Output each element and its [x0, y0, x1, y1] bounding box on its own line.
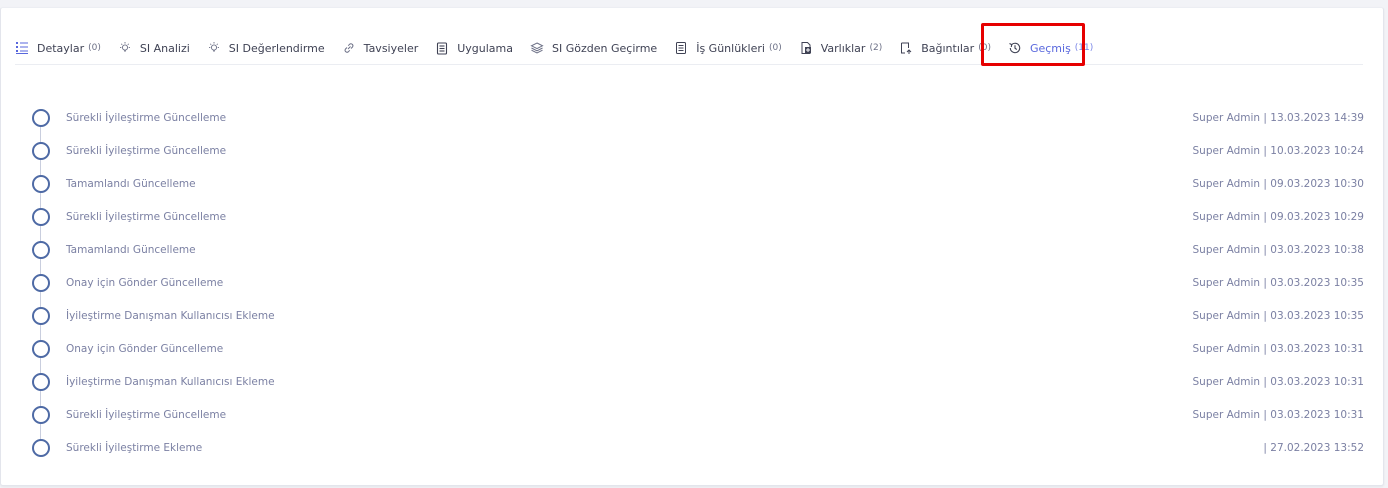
tab-link[interactable]: Tavsiyeler	[342, 34, 419, 62]
tab-label: SI Analizi	[139, 41, 190, 55]
history-item: İyileştirme Danışman Kullanıcısı Ekleme S…	[31, 299, 1364, 332]
tab-notebook[interactable]: İş Günlükleri (0)	[674, 34, 782, 62]
tab-history[interactable]: Geçmiş (11)	[1008, 34, 1093, 62]
tab-label: Bağıntılar	[921, 41, 975, 55]
history-item: Tamamlandı Güncelleme Super Admin | 03.03…	[31, 233, 1364, 266]
history-meta: Super Admin | 03.03.2023 10:35	[1192, 276, 1365, 289]
tab-label: Varlıklar	[820, 41, 866, 55]
history-meta: Super Admin | 03.03.2023 10:31	[1192, 375, 1365, 388]
history-action: Sürekli İyileştirme Güncelleme	[66, 144, 227, 157]
history-action: İyileştirme Danışman Kullanıcısı Ekleme	[66, 309, 275, 322]
history-action: Sürekli İyileştirme Güncelleme	[66, 408, 227, 421]
history-item: Sürekli İyileştirme Güncelleme Super Admi…	[31, 101, 1364, 134]
tab-bar: Detaylar (0) SI Analizi SI Değerlendirme Tav…	[15, 32, 1363, 65]
timeline-dot	[32, 405, 50, 424]
history-icon	[1008, 41, 1022, 55]
timeline-dot	[32, 174, 50, 193]
history-panel: Detaylar (0) SI Analizi SI Değerlendirme Tav…	[0, 7, 1384, 486]
tab-list[interactable]: Detaylar (0)	[15, 34, 101, 62]
history-timeline: Sürekli İyileştirme Güncelleme Super Admi…	[31, 101, 1364, 464]
history-action: Tamamlandı Güncelleme	[66, 243, 196, 256]
tab-document-add[interactable]: Varlıklar (2)	[799, 34, 883, 62]
history-action: Onay için Gönder Güncelleme	[66, 276, 224, 289]
history-meta: Super Admin | 10.03.2023 10:24	[1192, 144, 1365, 157]
history-meta: Super Admin | 13.03.2023 14:39	[1192, 111, 1365, 124]
history-action: İyileştirme Danışman Kullanıcısı Ekleme	[66, 375, 275, 388]
tab-count: (0)	[88, 43, 101, 53]
tab-relation[interactable]: Bağıntılar (0)	[899, 34, 991, 62]
timeline-dot	[32, 141, 50, 160]
history-meta: | 27.02.2023 13:52	[1263, 441, 1364, 454]
history-item: Sürekli İyileştirme Ekleme | 27.02.2023 1…	[31, 431, 1364, 464]
lightbulb-icon	[207, 41, 221, 55]
tab-label: İş Günlükleri	[696, 41, 765, 55]
layers-icon	[530, 41, 544, 55]
tab-lightbulb[interactable]: SI Analizi	[118, 34, 190, 62]
document-add-icon	[799, 41, 813, 55]
tab-label: Tavsiyeler	[363, 41, 419, 55]
list-icon	[15, 41, 29, 55]
history-item: Onay için Gönder Güncelleme Super Admin |…	[31, 332, 1364, 365]
history-meta: Super Admin | 09.03.2023 10:30	[1192, 177, 1365, 190]
tab-label: Geçmiş	[1029, 41, 1071, 55]
history-item: Sürekli İyileştirme Güncelleme Super Admi…	[31, 134, 1364, 167]
lightbulb-icon	[118, 41, 132, 55]
tab-count: (0)	[978, 43, 991, 53]
tab-label: Uygulama	[457, 41, 514, 55]
timeline-dot	[32, 108, 50, 127]
timeline-dot	[32, 273, 50, 292]
tab-count: (2)	[869, 43, 883, 53]
relation-icon	[899, 41, 913, 55]
link-icon	[342, 41, 356, 55]
timeline-dot	[32, 306, 50, 325]
history-item: İyileştirme Danışman Kullanıcısı Ekleme S…	[31, 365, 1364, 398]
tab-label: SI Gözden Geçirme	[552, 41, 658, 55]
timeline-dot	[32, 339, 50, 358]
history-action: Sürekli İyileştirme Ekleme	[66, 441, 203, 454]
history-meta: Super Admin | 03.03.2023 10:38	[1192, 243, 1365, 256]
tab-label: Detaylar	[37, 41, 85, 55]
history-item: Sürekli İyileştirme Güncelleme Super Admi…	[31, 398, 1364, 431]
history-item: Tamamlandı Güncelleme Super Admin | 09.03…	[31, 167, 1364, 200]
tab-clipboard[interactable]: Uygulama	[435, 34, 513, 62]
tab-layers[interactable]: SI Gözden Geçirme	[530, 34, 657, 62]
history-item: Onay için Gönder Güncelleme Super Admin |…	[31, 266, 1364, 299]
timeline-dot	[32, 207, 50, 226]
history-action: Sürekli İyileştirme Güncelleme	[66, 210, 227, 223]
tab-count: (11)	[1074, 43, 1094, 53]
history-action: Sürekli İyileştirme Güncelleme	[66, 111, 227, 124]
history-meta: Super Admin | 09.03.2023 10:29	[1192, 210, 1365, 223]
clipboard-icon	[435, 41, 449, 55]
history-meta: Super Admin | 03.03.2023 10:31	[1192, 408, 1365, 421]
history-action: Onay için Gönder Güncelleme	[66, 342, 224, 355]
timeline-dot	[32, 438, 50, 457]
history-item: Sürekli İyileştirme Güncelleme Super Admi…	[31, 200, 1364, 233]
tab-label: SI Değerlendirme	[228, 41, 325, 55]
tab-count: (0)	[768, 43, 782, 53]
notebook-icon	[674, 41, 688, 55]
timeline-dot	[32, 372, 50, 391]
history-action: Tamamlandı Güncelleme	[66, 177, 196, 190]
history-meta: Super Admin | 03.03.2023 10:35	[1192, 309, 1365, 322]
tab-lightbulb[interactable]: SI Değerlendirme	[207, 34, 325, 62]
timeline-dot	[32, 240, 50, 259]
history-meta: Super Admin | 03.03.2023 10:31	[1192, 342, 1365, 355]
